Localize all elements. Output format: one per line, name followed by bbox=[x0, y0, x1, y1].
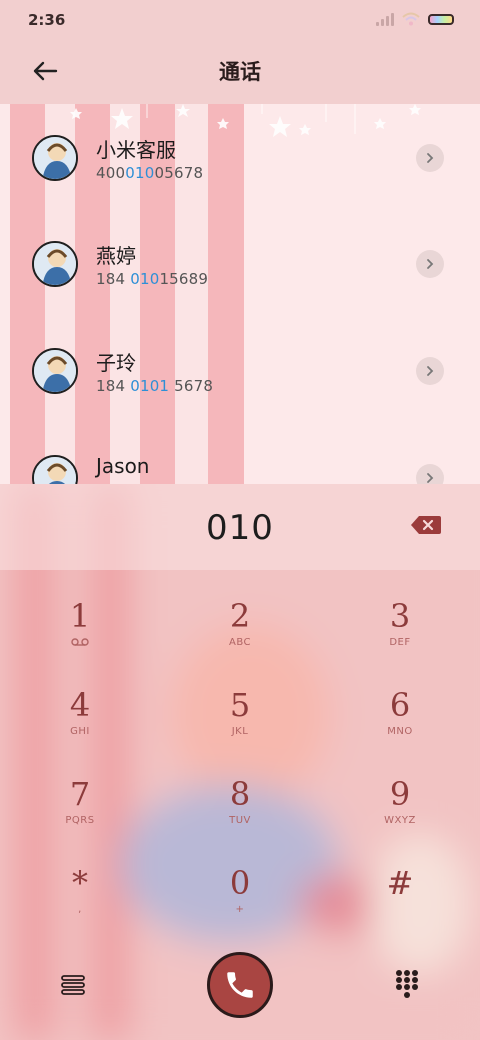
status-bar: 2:36 bbox=[0, 0, 480, 40]
contact-results-list[interactable]: 小米客服 40001005678 燕婷 184 01015689 子玲 184 … bbox=[0, 104, 480, 484]
backspace-icon[interactable] bbox=[410, 514, 442, 536]
signal-icon bbox=[376, 12, 394, 26]
contact-name: 小米客服 bbox=[96, 138, 176, 162]
dialed-number: 010 bbox=[206, 508, 274, 548]
chevron-right-icon bbox=[427, 473, 434, 483]
phone-icon bbox=[227, 972, 253, 998]
wifi-icon bbox=[402, 12, 420, 26]
key-6[interactable]: 6 MNO bbox=[340, 685, 460, 765]
keypad-icon[interactable] bbox=[392, 968, 422, 1000]
dialer-bottom-bar bbox=[0, 940, 480, 1040]
chevron-right-icon bbox=[427, 259, 434, 269]
page-title: 通话 bbox=[219, 60, 261, 84]
contact-number: 184 0101 5678 bbox=[96, 377, 214, 395]
key-2[interactable]: 2 ABC bbox=[180, 596, 300, 676]
voicemail-icon bbox=[71, 638, 89, 646]
avatar bbox=[32, 241, 78, 287]
status-icons bbox=[376, 12, 454, 26]
contact-name: Jason bbox=[96, 454, 150, 478]
battery-icon bbox=[428, 13, 454, 25]
key-5[interactable]: 5 JKL bbox=[180, 685, 300, 765]
contact-name: 子玲 bbox=[96, 351, 136, 375]
key-hash[interactable]: # bbox=[340, 863, 460, 943]
key-star[interactable]: * , bbox=[20, 863, 140, 943]
contact-row[interactable]: 小米客服 40001005678 bbox=[0, 104, 480, 204]
avatar bbox=[32, 135, 78, 181]
key-8[interactable]: 8 TUV bbox=[180, 774, 300, 854]
contact-name: 燕婷 bbox=[96, 244, 136, 268]
contact-row[interactable]: 燕婷 184 01015689 bbox=[0, 210, 480, 310]
contact-number: 40001005678 bbox=[96, 164, 204, 182]
key-4[interactable]: 4 GHI bbox=[20, 685, 140, 765]
dial-display: 010 bbox=[0, 484, 480, 570]
contact-detail-button[interactable] bbox=[416, 144, 444, 172]
chevron-right-icon bbox=[427, 153, 434, 163]
dialer-panel: 010 1 2 ABC 3 DEF 4 GHI 5 JKL 6 MNO 7 PQ… bbox=[0, 484, 480, 1040]
app-bar: 通话 bbox=[0, 40, 480, 104]
key-3[interactable]: 3 DEF bbox=[340, 596, 460, 676]
status-time: 2:36 bbox=[28, 11, 66, 29]
key-7[interactable]: 7 PQRS bbox=[20, 774, 140, 854]
contact-detail-button[interactable] bbox=[416, 357, 444, 385]
avatar bbox=[32, 348, 78, 394]
contact-detail-button[interactable] bbox=[416, 250, 444, 278]
contact-number: 184 01015689 bbox=[96, 270, 209, 288]
contact-row[interactable]: 子玲 184 0101 5678 bbox=[0, 317, 480, 417]
chevron-right-icon bbox=[427, 366, 434, 376]
avatar bbox=[32, 455, 78, 484]
key-1[interactable]: 1 bbox=[20, 596, 140, 676]
key-9[interactable]: 9 WXYZ bbox=[340, 774, 460, 854]
contact-row[interactable]: Jason bbox=[0, 424, 480, 484]
menu-icon[interactable] bbox=[58, 970, 88, 1000]
key-0[interactable]: 0 + bbox=[180, 863, 300, 943]
contact-detail-button[interactable] bbox=[416, 464, 444, 484]
call-button[interactable] bbox=[207, 952, 273, 1018]
